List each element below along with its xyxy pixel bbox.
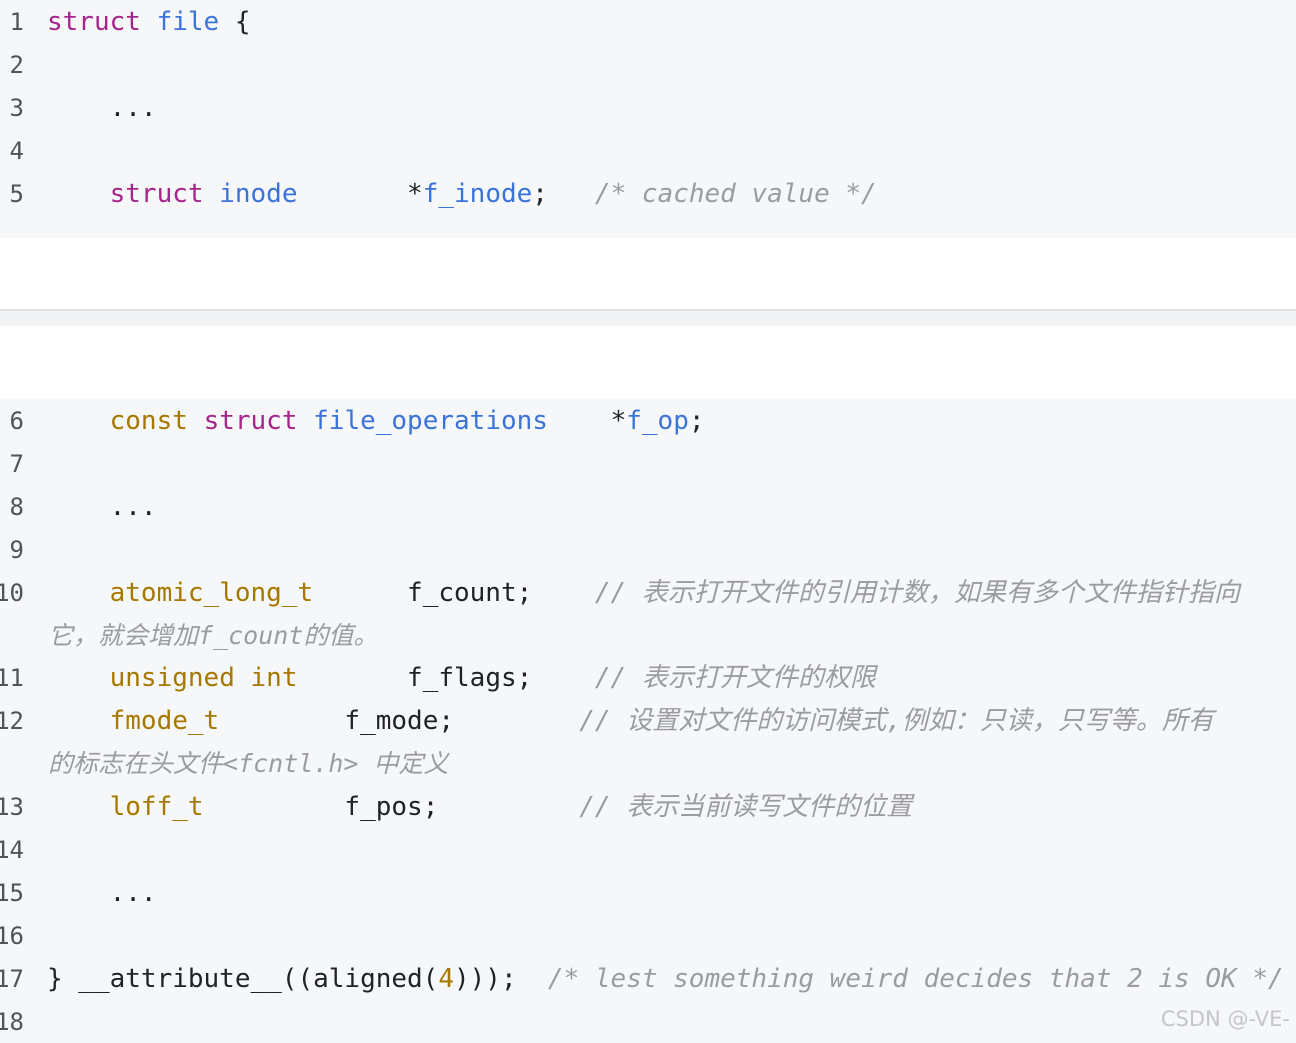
line-number: 18: [0, 1008, 24, 1036]
code-token: ...: [47, 878, 157, 908]
code-token: 4: [438, 964, 454, 994]
code-token: const: [109, 406, 188, 436]
watermark: CSDN @-VE-: [1160, 1007, 1290, 1031]
code-text: const struct file_operations *f_op;: [47, 405, 705, 437]
code-line: 9: [0, 528, 1296, 571]
code-line: 15 ...: [0, 871, 1296, 914]
code-token: unsigned: [109, 663, 235, 693]
code-comment: // 表示当前读写文件的位置: [579, 792, 913, 822]
code-comment: // 表示打开文件的权限: [594, 663, 876, 693]
block-separator: [0, 309, 1296, 326]
code-token: inode: [219, 179, 298, 209]
code-token: struct: [203, 406, 298, 436]
code-token: f_inode: [422, 179, 533, 209]
code-token: ;: [532, 179, 595, 209]
line-number: 6: [9, 407, 24, 435]
line-number: 5: [9, 180, 24, 208]
code-token: } __attribute__((aligned(: [47, 964, 439, 994]
line-number: 11: [0, 664, 24, 692]
code-line: 10 atomic_long_t f_count; // 表示打开文件的引用计数…: [0, 571, 1296, 650]
code-line: 3 ...: [0, 86, 1296, 129]
line-number: 15: [0, 879, 24, 907]
line-number: 17: [0, 965, 24, 993]
code-text: struct file {: [47, 6, 251, 38]
code-line: 14: [0, 828, 1296, 871]
code-token: {: [219, 7, 251, 37]
code-token: f_op: [626, 406, 689, 436]
code-line: 5 struct inode *f_inode; /* cached value…: [0, 172, 1296, 215]
line-number: 10: [0, 579, 24, 607]
code-token: loff_t: [109, 792, 204, 822]
code-line: 11 unsigned int f_flags; // 表示打开文件的权限: [0, 656, 1296, 699]
code-text: } __attribute__((aligned(4))); /* lest s…: [47, 963, 1284, 995]
code-token: *: [547, 406, 627, 436]
code-line: 1 struct file {: [0, 0, 1296, 43]
code-token: f_flags;: [297, 663, 595, 693]
line-number: 2: [9, 51, 24, 79]
code-comment-wrap: 的标志在头文件<fcntl.h> 中定义: [48, 749, 449, 778]
code-token: f_count;: [313, 578, 595, 608]
code-token: f_mode;: [219, 706, 580, 736]
line-number: 12: [0, 707, 24, 735]
code-line: 18: [0, 1000, 1296, 1043]
code-line: 2: [0, 43, 1296, 86]
code-block-top: 1 struct file {2 3 ... 4 5 struct inode *f_i…: [0, 0, 1296, 238]
code-text: fmode_t f_mode; // 设置对文件的访问模式,例如：只读，只写等。…: [47, 705, 1214, 737]
code-comment: /* lest something weird decides that 2 i…: [547, 964, 1284, 994]
code-line: 8 ...: [0, 485, 1296, 528]
code-token: f_pos;: [203, 792, 580, 822]
line-number: 3: [9, 94, 24, 122]
code-token: )));: [454, 964, 548, 994]
line-number: 4: [9, 137, 24, 165]
line-number: 8: [9, 493, 24, 521]
code-line: 12 fmode_t f_mode; // 设置对文件的访问模式,例如：只读，只…: [0, 699, 1296, 778]
code-line: 7: [0, 442, 1296, 485]
code-text: ...: [47, 877, 157, 909]
line-number: 7: [9, 450, 24, 478]
code-token: ;: [688, 406, 705, 436]
code-comment: // 设置对文件的访问模式,例如：只读，只写等。所有: [579, 706, 1214, 736]
line-number: 9: [9, 536, 24, 564]
code-line: 13 loff_t f_pos; // 表示当前读写文件的位置: [0, 785, 1296, 828]
code-line: 4: [0, 129, 1296, 172]
code-token: fmode_t: [109, 706, 220, 736]
code-text: ...: [47, 92, 157, 124]
code-text: loff_t f_pos; // 表示当前读写文件的位置: [47, 791, 913, 823]
code-token: file_operations: [313, 406, 548, 436]
code-token: ...: [47, 93, 157, 123]
code-comment: // 表示打开文件的引用计数，如果有多个文件指针指向: [594, 578, 1240, 608]
line-number: 1: [9, 8, 24, 36]
line-number: 13: [0, 793, 24, 821]
code-token: struct: [109, 179, 204, 209]
code-text: ...: [47, 491, 157, 523]
code-text: unsigned int f_flags; // 表示打开文件的权限: [47, 662, 876, 694]
code-block-bottom: 6 const struct file_operations *f_op; 7 8 …: [0, 399, 1296, 1043]
line-number: 16: [0, 922, 24, 950]
code-text: struct inode *f_inode; /* cached value *…: [47, 178, 877, 210]
code-token: ...: [47, 492, 157, 522]
code-line: 6 const struct file_operations *f_op;: [0, 399, 1296, 442]
code-token: struct: [47, 7, 141, 37]
code-text: atomic_long_t f_count; // 表示打开文件的引用计数，如果…: [47, 577, 1240, 609]
code-token: *: [297, 179, 423, 209]
code-comment: /* cached value */: [594, 179, 877, 209]
line-number: 14: [0, 836, 24, 864]
code-token: int: [250, 663, 298, 693]
code-token: file: [156, 7, 220, 37]
code-comment-wrap: 它，就会增加f_count的值。: [48, 621, 379, 650]
code-line: 16: [0, 914, 1296, 957]
code-token: atomic_long_t: [109, 578, 314, 608]
code-line: 17 } __attribute__((aligned(4))); /* lest…: [0, 957, 1296, 1000]
